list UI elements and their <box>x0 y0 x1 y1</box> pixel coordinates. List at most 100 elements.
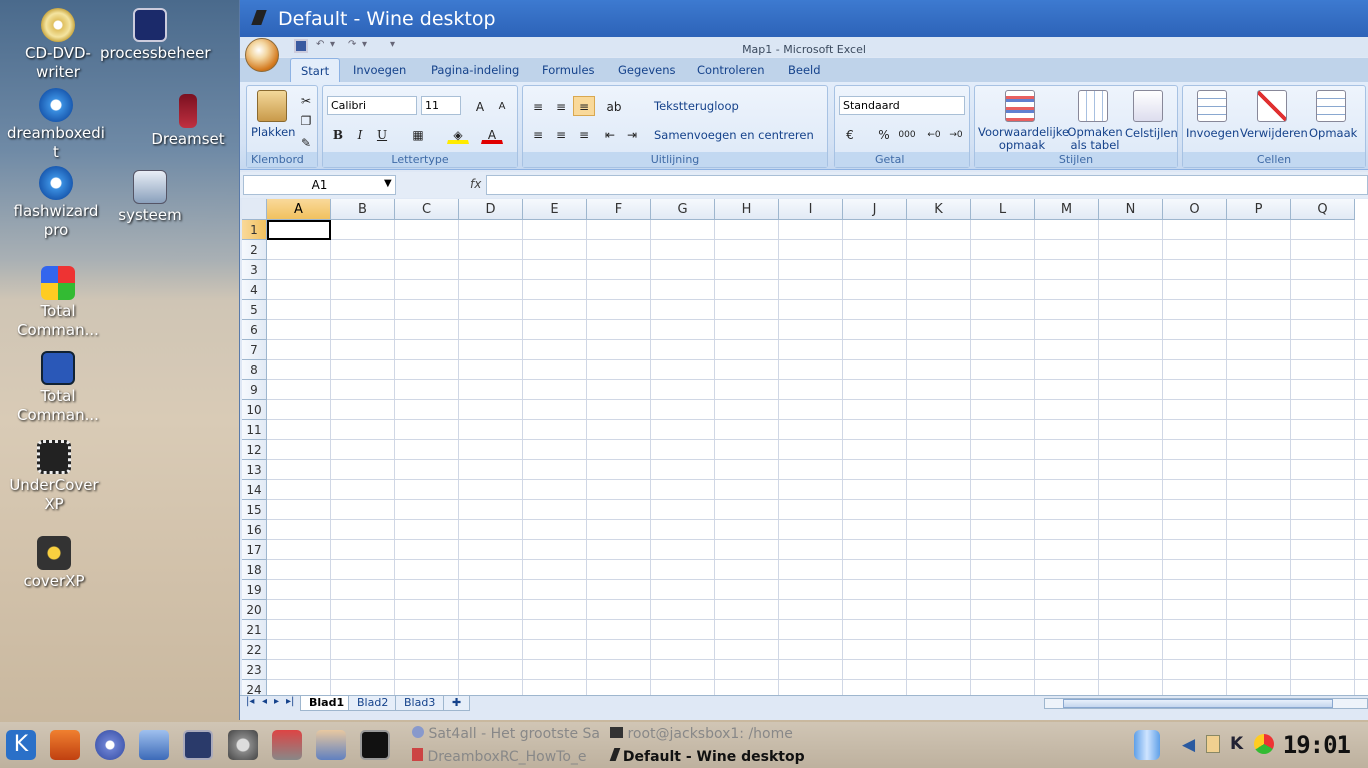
row-header-6[interactable]: 6 <box>242 320 267 340</box>
package-icon[interactable] <box>139 730 169 760</box>
tab-formules[interactable]: Formules <box>532 58 605 82</box>
currency-icon[interactable]: € <box>839 124 861 144</box>
browser-icon[interactable] <box>95 730 125 760</box>
row-header-2[interactable]: 2 <box>242 240 267 260</box>
insert-cells-icon[interactable] <box>1197 90 1227 122</box>
phone-icon[interactable] <box>228 730 258 760</box>
row-header-21[interactable]: 21 <box>242 620 267 640</box>
desktop-icon-total-commander-2[interactable]: Total Comman... <box>8 351 108 425</box>
increase-decimal-icon[interactable]: ←0 <box>923 124 945 144</box>
row-header-20[interactable]: 20 <box>242 600 267 620</box>
delete-cells-icon[interactable] <box>1257 90 1287 122</box>
clipboard-icon[interactable] <box>1206 735 1220 753</box>
bold-button[interactable]: B <box>327 124 349 144</box>
prev-sheet-nav-icon[interactable]: ◂ <box>262 696 267 707</box>
row-header-5[interactable]: 5 <box>242 300 267 320</box>
row-header-11[interactable]: 11 <box>242 420 267 440</box>
column-header-g[interactable]: G <box>651 199 715 220</box>
sheet-tab-blad1[interactable]: Blad1 <box>300 696 354 711</box>
insert-sheet-icon[interactable]: ✚ <box>443 696 471 711</box>
column-header-f[interactable]: F <box>587 199 651 220</box>
task-dreamboxrc-pdf[interactable]: DreamboxRC_HowTo_e <box>412 748 587 765</box>
decrease-indent-icon[interactable]: ⇤ <box>599 124 621 144</box>
tab-beeld[interactable]: Beeld <box>778 58 831 82</box>
shrink-font-icon[interactable]: A <box>491 96 513 116</box>
column-header-o[interactable]: O <box>1163 199 1227 220</box>
row-header-10[interactable]: 10 <box>242 400 267 420</box>
insert-cells-button[interactable]: Invoegen <box>1186 126 1239 140</box>
column-header-h[interactable]: H <box>715 199 779 220</box>
task-terminal[interactable]: root@jacksbox1: /home <box>610 726 793 742</box>
column-header-e[interactable]: E <box>523 199 587 220</box>
name-box[interactable]: A1 <box>243 175 396 195</box>
tab-start[interactable]: Start <box>290 58 341 83</box>
orientation-icon[interactable]: ab <box>603 96 625 116</box>
increase-indent-icon[interactable]: ⇥ <box>621 124 643 144</box>
tab-pagina-indeling[interactable]: Pagina-indeling <box>421 58 529 82</box>
row-header-3[interactable]: 3 <box>242 260 267 280</box>
decrease-decimal-icon[interactable]: →0 <box>945 124 967 144</box>
align-left-icon[interactable]: ≡ <box>527 124 549 144</box>
insert-function-button[interactable]: fx <box>470 177 481 191</box>
horizontal-scrollbar[interactable] <box>1044 698 1368 709</box>
align-middle-icon[interactable]: ≡ <box>550 96 572 116</box>
desktop-icon-dreamboxedit[interactable]: dreamboxedit <box>6 88 106 162</box>
underline-button[interactable]: U <box>371 124 393 144</box>
spreadsheet-grid[interactable]: ABCDEFGHIJKLMNOPQ 1 2 3 4 5 6 7 8 9 10 11 12 13 14 15 1… <box>242 199 1368 695</box>
row-header-18[interactable]: 18 <box>242 560 267 580</box>
kde-menu-icon[interactable]: K <box>6 730 36 760</box>
merge-center-button[interactable]: Samenvoegen en centreren <box>654 128 814 142</box>
pointer-tool-icon[interactable] <box>183 730 213 760</box>
percent-button[interactable]: % <box>873 124 895 144</box>
cell-styles-button[interactable]: Celstijlen <box>1125 126 1178 140</box>
fill-color-icon[interactable]: ◈ <box>447 124 469 144</box>
home-icon[interactable] <box>50 730 80 760</box>
column-header-i[interactable]: I <box>779 199 843 220</box>
row-header-9[interactable]: 9 <box>242 380 267 400</box>
format-cells-button[interactable]: Opmaak <box>1309 126 1357 140</box>
row-header-4[interactable]: 4 <box>242 280 267 300</box>
number-format-select[interactable]: Standaard <box>839 96 965 115</box>
row-header-12[interactable]: 12 <box>242 440 267 460</box>
desktop-icon-dreamset[interactable]: Dreamset <box>138 94 238 149</box>
kde-tray-icon[interactable]: K <box>1230 734 1243 754</box>
row-header-13[interactable]: 13 <box>242 460 267 480</box>
formula-input[interactable] <box>486 175 1368 195</box>
format-as-table-icon[interactable] <box>1078 90 1108 122</box>
desktop-icon-undercover-xp[interactable]: UnderCover XP <box>4 440 104 514</box>
desktop-icon-coverxp[interactable]: coverXP <box>4 536 104 591</box>
paste-button[interactable]: Plakken <box>251 125 295 139</box>
first-sheet-nav-icon[interactable]: |◂ <box>246 696 254 707</box>
column-header-d[interactable]: D <box>459 199 523 220</box>
desktop-icon-cd-dvd-writer[interactable]: CD-DVD-writer <box>8 8 108 82</box>
tab-invoegen[interactable]: Invoegen <box>343 58 416 82</box>
storage-icon[interactable] <box>1134 730 1160 760</box>
chrome-icon[interactable] <box>1254 734 1274 754</box>
row-header-23[interactable]: 23 <box>242 660 267 680</box>
font-size-select[interactable]: 11 <box>421 96 461 115</box>
borders-icon[interactable]: ▦ <box>407 124 429 144</box>
grow-font-icon[interactable]: A <box>469 96 491 116</box>
row-header-1[interactable]: 1 <box>242 220 267 240</box>
task-wine-desktop[interactable]: Default - Wine desktop <box>609 748 805 765</box>
window-titlebar[interactable]: Default - Wine desktop <box>240 0 1368 37</box>
align-bottom-icon[interactable]: ≡ <box>573 96 595 116</box>
last-sheet-nav-icon[interactable]: ▸| <box>286 696 294 707</box>
row-header-19[interactable]: 19 <box>242 580 267 600</box>
column-header-m[interactable]: M <box>1035 199 1099 220</box>
column-header-q[interactable]: Q <box>1291 199 1355 220</box>
active-cell[interactable] <box>267 220 331 240</box>
scrollbar-thumb[interactable] <box>1063 699 1333 708</box>
cut-icon[interactable]: ✂ <box>295 90 317 110</box>
wrap-text-button[interactable]: Tekstterugloop <box>654 99 739 113</box>
column-header-a[interactable]: A <box>267 199 331 220</box>
name-box-dropdown-icon[interactable]: ▼ <box>384 178 392 189</box>
row-header-17[interactable]: 17 <box>242 540 267 560</box>
font-color-icon[interactable]: A <box>481 124 503 144</box>
volume-icon[interactable]: ◀ <box>1182 735 1195 755</box>
clock[interactable]: 19:01 <box>1283 731 1351 759</box>
cell-styles-icon[interactable] <box>1133 90 1163 122</box>
column-header-n[interactable]: N <box>1099 199 1163 220</box>
column-header-b[interactable]: B <box>331 199 395 220</box>
align-center-icon[interactable]: ≡ <box>550 124 572 144</box>
